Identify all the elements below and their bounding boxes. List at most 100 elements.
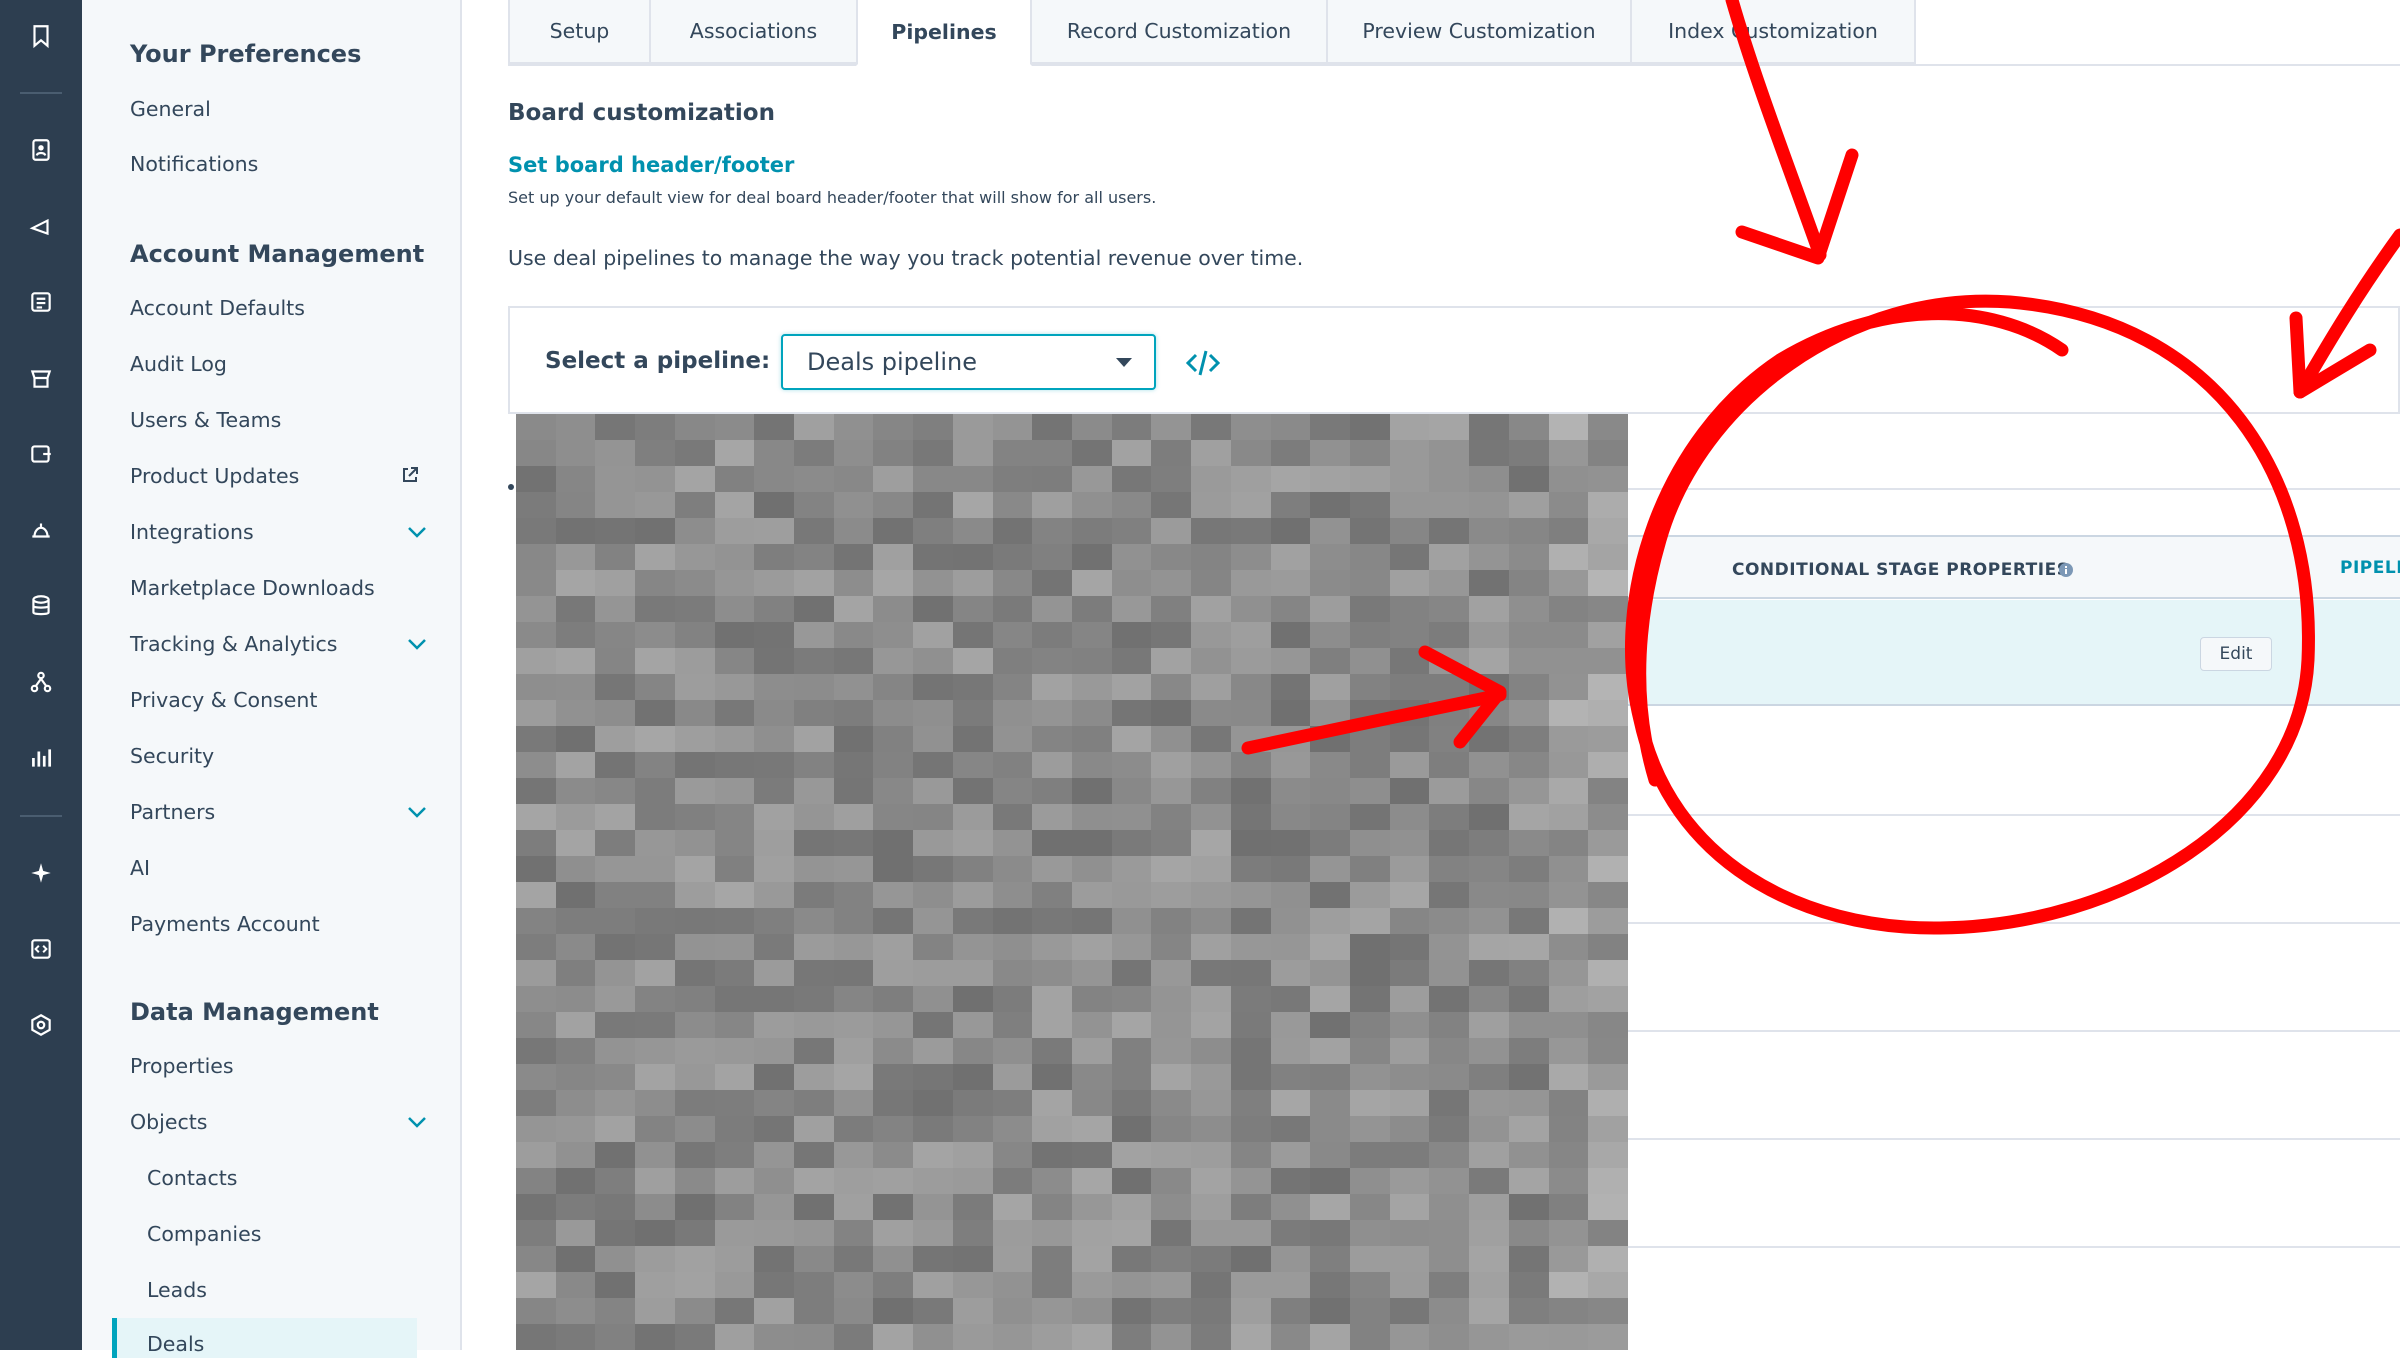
sidebar-item-security[interactable]: Security xyxy=(130,734,430,778)
redacted-pixel xyxy=(1588,726,1628,753)
redacted-pixel xyxy=(1429,1272,1471,1299)
redacted-pixel xyxy=(1588,830,1628,857)
redacted-pixel xyxy=(555,674,597,701)
tab-preview-customization[interactable]: Preview Customization xyxy=(1326,0,1632,64)
redacted-pixel xyxy=(1230,440,1272,467)
info-icon[interactable] xyxy=(2058,562,2074,578)
redacted-pixel xyxy=(635,492,676,519)
redacted-pixel xyxy=(1350,1246,1391,1273)
redacted-pixel xyxy=(1429,1090,1471,1117)
redacted-pixel xyxy=(1508,960,1550,987)
sidebar-item-general[interactable]: General xyxy=(130,87,430,131)
chevron-down-icon[interactable] xyxy=(404,1110,430,1134)
embed-code-icon[interactable] xyxy=(1186,347,1220,379)
tab-pipelines[interactable]: Pipelines xyxy=(856,0,1032,66)
redacted-pixel xyxy=(754,986,795,1013)
redacted-pixel xyxy=(1270,440,1312,467)
sidebar-item-objects[interactable]: Objects xyxy=(130,1100,430,1144)
megaphone-icon[interactable] xyxy=(22,207,60,245)
redacted-pixel xyxy=(516,648,557,675)
sidebar-item-deals[interactable]: Deals xyxy=(147,1322,447,1366)
chevron-down-icon[interactable] xyxy=(404,800,430,824)
redacted-pixel xyxy=(1270,1298,1312,1325)
commerce-icon[interactable] xyxy=(22,359,60,397)
redacted-pixel xyxy=(1469,596,1510,623)
table-top-border xyxy=(1628,488,2400,490)
redacted-pixel xyxy=(913,440,954,467)
redacted-pixel xyxy=(1350,1012,1391,1039)
sidebar-item-companies[interactable]: Companies xyxy=(147,1212,447,1256)
tab-record-customization[interactable]: Record Customization xyxy=(1030,0,1328,64)
redacted-pixel xyxy=(952,1012,994,1039)
redacted-pixel xyxy=(913,1142,954,1169)
content-icon[interactable] xyxy=(22,283,60,321)
sidebar-item-properties[interactable]: Properties xyxy=(130,1044,430,1088)
sidebar-item-integrations[interactable]: Integrations xyxy=(130,510,430,554)
redacted-pixel xyxy=(992,1272,1034,1299)
redacted-pixel xyxy=(1350,960,1391,987)
column-header-pipeline[interactable]: PIPELI xyxy=(2340,558,2400,578)
inbox-icon[interactable] xyxy=(22,435,60,473)
redacted-pixel xyxy=(1548,1116,1590,1143)
database-icon[interactable] xyxy=(22,587,60,625)
redacted-pixel xyxy=(1032,726,1073,753)
sidebar-item-privacy-consent[interactable]: Privacy & Consent xyxy=(130,678,430,722)
sparkle-icon[interactable] xyxy=(22,854,60,892)
set-board-header-link[interactable]: Set board header/footer xyxy=(508,153,794,177)
redacted-pixel xyxy=(794,752,835,779)
redacted-pixel xyxy=(833,1298,875,1325)
column-header-conditional-stage-properties[interactable]: CONDITIONAL STAGE PROPERTIES xyxy=(1732,560,2069,580)
sidebar-item-ai[interactable]: AI xyxy=(130,846,430,890)
redacted-pixel xyxy=(1270,1116,1312,1143)
redacted-pixel xyxy=(1350,752,1391,779)
redacted-pixel xyxy=(635,1038,676,1065)
sidebar-item-leads[interactable]: Leads xyxy=(147,1268,447,1312)
sidebar-item-account-defaults[interactable]: Account Defaults xyxy=(130,286,430,330)
redacted-pixel xyxy=(1270,518,1312,545)
tab-associations[interactable]: Associations xyxy=(649,0,858,64)
redacted-pixel xyxy=(873,700,915,727)
chevron-down-icon[interactable] xyxy=(404,520,430,544)
sidebar-item-marketplace-downloads[interactable]: Marketplace Downloads xyxy=(130,566,430,610)
workflow-icon[interactable] xyxy=(22,663,60,701)
sidebar-item-label: Account Defaults xyxy=(130,296,305,320)
redacted-pixel xyxy=(992,1064,1034,1091)
sidebar-item-partners[interactable]: Partners xyxy=(130,790,430,834)
redacted-pixel xyxy=(952,1298,994,1325)
redacted-pixel xyxy=(635,856,676,883)
pipeline-dropdown[interactable]: Deals pipeline xyxy=(781,334,1156,390)
sidebar-item-payments-account[interactable]: Payments Account xyxy=(130,902,430,946)
sidebar-item-contacts[interactable]: Contacts xyxy=(147,1156,447,1200)
redacted-pixel xyxy=(833,466,875,493)
developer-icon[interactable] xyxy=(22,930,60,968)
sidebar-item-tracking-analytics[interactable]: Tracking & Analytics xyxy=(130,622,430,666)
contacts-icon[interactable] xyxy=(22,131,60,169)
redacted-pixel xyxy=(1389,596,1431,623)
bookmark-icon[interactable] xyxy=(22,17,60,55)
redacted-pixel xyxy=(1230,674,1272,701)
settings-icon[interactable] xyxy=(22,1006,60,1044)
redacted-pixel xyxy=(873,1064,915,1091)
redacted-pixel xyxy=(516,1194,557,1221)
tab-setup[interactable]: Setup xyxy=(508,0,651,64)
redacted-pixel xyxy=(516,856,557,883)
redacted-pixel xyxy=(1032,1116,1073,1143)
sidebar-item-product-updates[interactable]: Product Updates xyxy=(130,454,430,498)
redacted-pixel xyxy=(714,804,756,831)
edit-button[interactable]: Edit xyxy=(2200,637,2272,671)
redacted-pixel xyxy=(1270,648,1312,675)
chevron-down-icon[interactable] xyxy=(404,632,430,656)
redacted-pixel xyxy=(516,492,557,519)
redacted-pixel xyxy=(833,622,875,649)
sidebar-item-audit-log[interactable]: Audit Log xyxy=(130,342,430,386)
tab-index-customization[interactable]: Index Customization xyxy=(1630,0,1916,64)
redacted-pixel xyxy=(1548,856,1590,883)
redacted-pixel xyxy=(754,1168,795,1195)
service-icon[interactable] xyxy=(22,511,60,549)
redacted-pixel xyxy=(1072,882,1113,909)
reports-icon[interactable] xyxy=(22,739,60,777)
redacted-pixel xyxy=(992,726,1034,753)
redacted-pixel xyxy=(1151,1116,1193,1143)
sidebar-item-notifications[interactable]: Notifications xyxy=(130,142,430,186)
sidebar-item-users-teams[interactable]: Users & Teams xyxy=(130,398,430,442)
